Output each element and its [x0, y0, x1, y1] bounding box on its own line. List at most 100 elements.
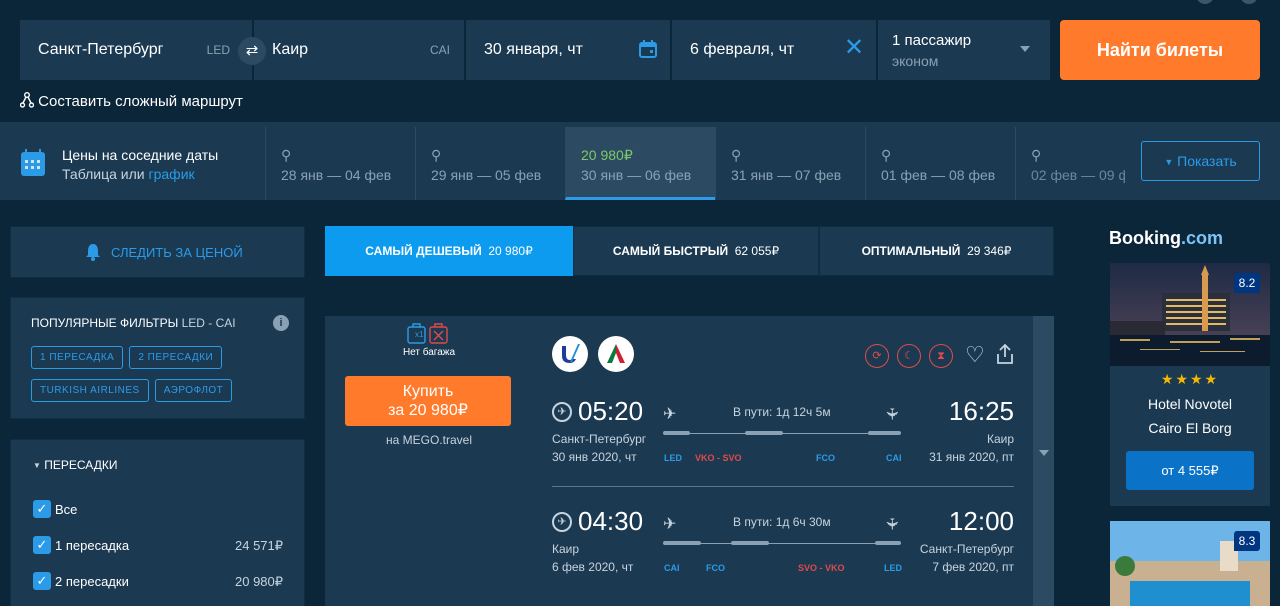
expand-ticket-button[interactable] — [1033, 316, 1054, 606]
passengers-field[interactable]: 1 пассажир эконом — [878, 20, 1050, 80]
partial-icon[interactable] — [1240, 0, 1258, 4]
outbound-dep-city: Санкт-Петербург — [552, 432, 647, 446]
depart-date-field[interactable]: 30 января, чт — [466, 20, 670, 80]
stops-filter-panel: ▼ ПЕРЕСАДКИ ✓ Все ✓ 1 пересадка 24 571₽ … — [10, 439, 305, 606]
transfer-icon: ⟳ — [865, 344, 889, 368]
ticket-route-column[interactable]: ⟳ ☾ ⧗ ♡ ✈ 05:20 Санкт-Петербург 30 янв 2… — [533, 316, 1033, 606]
hotel-price-button[interactable]: от 4 555₽ — [1126, 451, 1254, 490]
bell-icon — [86, 244, 100, 261]
hotel-rating: 8.3 — [1234, 531, 1260, 551]
inbound-seg — [731, 541, 769, 545]
outbound-arr-time: 16:25 — [948, 396, 1014, 426]
calendar-grid-icon — [21, 149, 45, 176]
caret-down-icon: ▼ — [33, 461, 41, 470]
outbound-seg — [663, 431, 690, 435]
origin-code: LED — [206, 43, 230, 57]
return-date-value: 6 февраля, чт — [690, 41, 795, 58]
takeoff-icon: ✈ — [663, 516, 677, 533]
partial-icon[interactable] — [1196, 0, 1214, 4]
checkbox-all[interactable]: ✓ — [33, 500, 51, 518]
airport-code: VKO - SVO — [695, 453, 742, 463]
airport-code: FCO — [706, 563, 725, 573]
date-cell-29jan[interactable]: ⚲ 29 янв — 05 фев — [415, 127, 565, 200]
tab-cheapest-label: САМЫЙ ДЕШЕВЫЙ — [365, 244, 482, 258]
baggage-count: x1 — [415, 330, 424, 339]
tab-cheapest[interactable]: САМЫЙ ДЕШЕВЫЙ 20 980₽ — [325, 226, 573, 276]
airport-code: FCO — [816, 453, 835, 463]
passengers-value: 1 пассажир — [892, 32, 972, 49]
clear-icon[interactable]: ✕ — [844, 36, 864, 60]
hotel-card[interactable]: 8.2 ★★★★ Hotel Novotel Cairo El Borg от … — [1110, 263, 1270, 506]
inbound-dep-time: 04:30 — [578, 506, 644, 536]
pin-icon: ✈ — [552, 512, 572, 532]
tab-fastest-price: 62 055₽ — [734, 244, 780, 258]
tab-fastest[interactable]: САМЫЙ БЫСТРЫЙ 62 055₽ — [573, 226, 819, 276]
buy-line2: за 20 980₽ — [388, 402, 468, 419]
night-icon: ☾ — [897, 344, 921, 368]
origin-value: Санкт-Петербург — [38, 41, 164, 58]
seller-label[interactable]: на MEGO.travel — [325, 433, 533, 447]
swap-icon[interactable]: ⇄ — [238, 37, 266, 65]
complex-route-link[interactable]: Составить сложный маршрут — [19, 92, 243, 110]
checkbox-1-stop[interactable]: ✓ — [33, 536, 51, 554]
hotel-card[interactable]: 8.3 — [1110, 521, 1270, 606]
hotel-stars: ★★★★ — [1160, 371, 1220, 387]
find-tickets-button[interactable]: Найти билеты — [1060, 20, 1260, 80]
date-range: 02 фев — 09 ф — [1031, 167, 1125, 183]
search-icon: ⚲ — [731, 147, 742, 163]
date-cell-31jan[interactable]: ⚲ 31 янв — 07 фев — [715, 127, 865, 200]
origin-field[interactable]: Санкт-Петербург LED ⇄ — [20, 20, 266, 80]
dates-table-label: Таблица — [62, 166, 117, 182]
booking-logo[interactable]: Booking.com — [1109, 228, 1223, 249]
track-price-button[interactable]: СЛЕДИТЬ ЗА ЦЕНОЙ — [10, 226, 305, 278]
booking-logo-text: Booking — [1109, 228, 1181, 248]
chip-1-stop[interactable]: 1 ПЕРЕСАДКА — [31, 346, 124, 369]
dates-chart-link[interactable]: график — [149, 166, 195, 182]
baggage-icon — [407, 323, 448, 344]
date-cell-02feb[interactable]: ⚲ 02 фев — 09 ф — [1015, 127, 1125, 200]
inbound-duration: В пути: 1д 6ч 30м — [733, 515, 831, 529]
depart-date-value: 30 января, чт — [484, 41, 583, 58]
takeoff-icon: ✈ — [663, 406, 677, 423]
chip-aeroflot[interactable]: АЭРОФЛОТ — [154, 379, 233, 402]
booking-logo-domain: .com — [1181, 228, 1224, 248]
class-value: эконом — [892, 53, 939, 69]
hotel-name-line2: Cairo El Borg — [1148, 420, 1232, 436]
inbound-seg — [875, 541, 901, 545]
stops-title[interactable]: ▼ ПЕРЕСАДКИ — [33, 458, 117, 472]
checkbox-2-stops[interactable]: ✓ — [33, 572, 51, 590]
chevron-down-icon — [1020, 46, 1030, 52]
date-cell-28jan[interactable]: ⚲ 28 янв — 04 фев — [265, 127, 415, 200]
show-dates-button[interactable]: ▼ Показать — [1141, 141, 1260, 181]
tab-optimal[interactable]: ОПТИМАЛЬНЫЙ 29 346₽ — [819, 226, 1054, 276]
filter-chips: 1 ПЕРЕСАДКА 2 ПЕРЕСАДКИ TURKISH AIRLINES АЭ… — [31, 346, 301, 412]
destination-field[interactable]: Каир CAI — [254, 20, 464, 80]
date-price: 20 980₽ — [581, 147, 633, 163]
utair-logo — [552, 336, 588, 372]
date-range: 31 янв — 07 фев — [731, 167, 842, 183]
tab-optimal-label: ОПТИМАЛЬНЫЙ — [861, 244, 961, 258]
landing-icon: ✈ — [882, 517, 900, 531]
baggage-label: Нет багажа — [402, 347, 456, 358]
tab-cheapest-price: 20 980₽ — [488, 244, 533, 258]
calendar-icon[interactable] — [638, 39, 658, 59]
stops-1-label: 1 пересадка — [55, 538, 130, 553]
date-cell-01feb[interactable]: ⚲ 01 фев — 08 фев — [865, 127, 1015, 200]
inbound-arr-date: 7 фев 2020, пт — [932, 560, 1014, 574]
neighbor-dates-bar: Цены на соседние даты Таблица или график… — [0, 122, 1280, 200]
date-cell-30jan-selected[interactable]: 20 980₽ 30 янв — 06 фев — [565, 127, 715, 200]
track-price-label: СЛЕДИТЬ ЗА ЦЕНОЙ — [111, 245, 243, 260]
chip-turkish[interactable]: TURKISH AIRLINES — [31, 379, 149, 402]
chip-2-stops[interactable]: 2 ПЕРЕСАДКИ — [129, 346, 223, 369]
favorite-icon[interactable]: ♡ — [965, 342, 985, 368]
share-icon[interactable] — [995, 343, 1015, 365]
long-layover-icon: ⧗ — [929, 344, 953, 368]
info-icon[interactable]: i — [273, 315, 289, 331]
destination-value: Каир — [272, 41, 309, 58]
outbound-duration: В пути: 1д 12ч 5м — [733, 405, 831, 419]
popular-filters-route: LED - CAI — [181, 316, 236, 330]
hotel-rating: 8.2 — [1234, 273, 1260, 293]
buy-button[interactable]: Купить за 20 980₽ — [345, 376, 511, 426]
return-date-field[interactable]: 6 февраля, чт ✕ — [672, 20, 876, 80]
search-icon: ⚲ — [881, 147, 892, 163]
